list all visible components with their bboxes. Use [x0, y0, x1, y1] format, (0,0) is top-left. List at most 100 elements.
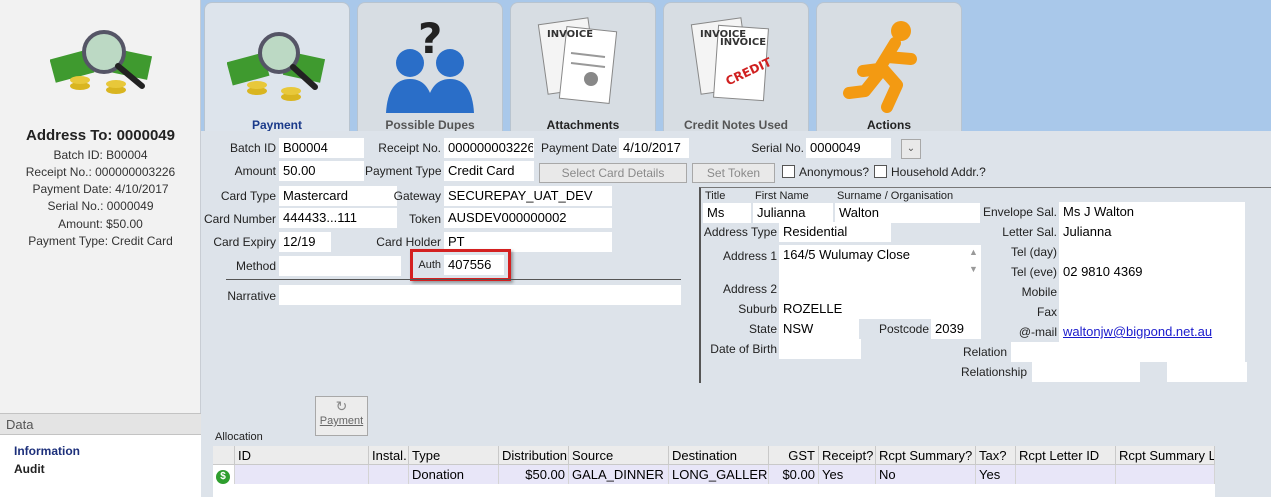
state-label: State — [748, 322, 777, 336]
relationship-field[interactable] — [1032, 362, 1140, 382]
email-label: @-mail — [1018, 325, 1057, 339]
cell-distribution: $50.00 — [499, 465, 569, 484]
suburb-field[interactable]: ROZELLE — [779, 299, 981, 319]
left-panel: Address To: 0000049 Batch ID: B00004 Rec… — [0, 0, 201, 497]
set-token-button[interactable]: Set Token — [692, 163, 775, 183]
tab-actions[interactable]: Actions — [816, 2, 962, 132]
payment-type-field[interactable]: Credit Card — [444, 161, 534, 181]
data-item-information[interactable]: Information — [14, 444, 80, 458]
envelope-sal-field[interactable]: Ms J Walton — [1059, 202, 1245, 222]
batch-id-label: Batch ID — [229, 141, 276, 155]
table-header[interactable]: Rcpt Summary L — [1116, 446, 1215, 465]
cell-destination: LONG_GALLER — [669, 465, 769, 484]
amount-summary: Amount: $50.00 — [58, 217, 143, 231]
tab-possible-dupes[interactable]: ? Possible Dupes — [357, 2, 503, 132]
address-2-field[interactable] — [779, 279, 981, 299]
batch-id-field[interactable]: B00004 — [279, 138, 364, 158]
tel-eve-field[interactable]: 02 9810 4369 — [1059, 262, 1245, 282]
data-list: Information Audit — [0, 435, 201, 497]
svg-text:?: ? — [418, 14, 442, 63]
surname-field[interactable]: Walton — [835, 203, 980, 223]
narrative-label: Narrative — [227, 289, 276, 303]
envelope-sal-label: Envelope Sal. — [982, 205, 1057, 219]
email-link[interactable]: waltonjw@bigpond.net.au — [1059, 322, 1245, 342]
card-expiry-field[interactable]: 12/19 — [279, 232, 331, 252]
household-checkbox[interactable] — [874, 165, 887, 178]
serial-lookup-button[interactable]: ⌄ — [901, 139, 921, 159]
anonymous-checkbox[interactable] — [782, 165, 795, 178]
suburb-label: Suburb — [738, 302, 777, 316]
address-type-field[interactable]: Residential — [779, 222, 891, 242]
anonymous-label: Anonymous? — [799, 165, 870, 179]
state-field[interactable]: NSW — [779, 319, 859, 339]
cell-type: Donation — [409, 465, 499, 484]
tab-credit-notes-used[interactable]: INVOICE INVOICE CREDIT Credit Notes Used — [663, 2, 809, 132]
payment-button[interactable]: ↻ Payment — [315, 396, 368, 436]
table-header[interactable]: Destination — [669, 446, 769, 465]
amount-field[interactable]: 50.00 — [279, 161, 364, 181]
cell-source: GALA_DINNER — [569, 465, 669, 484]
tab-label: Payment — [251, 118, 303, 132]
chevron-up-icon[interactable]: ▲ — [969, 247, 978, 257]
title-label: Title — [705, 190, 726, 202]
receipt-no-field[interactable]: 000000003226 — [444, 138, 534, 158]
table-header-marker — [213, 446, 235, 465]
token-field[interactable]: AUSDEV000000002 — [444, 208, 612, 228]
table-header[interactable]: GST — [769, 446, 819, 465]
table-header[interactable]: Rcpt Summary? — [876, 446, 976, 465]
relation-field[interactable] — [1011, 342, 1245, 362]
first-name-field[interactable]: Julianna — [753, 203, 833, 223]
receipt-no-summary: Receipt No.: 000000003226 — [25, 165, 176, 179]
allocation-label: Allocation — [215, 431, 263, 443]
table-header[interactable]: ID — [235, 446, 369, 465]
address-type-label: Address Type — [703, 225, 777, 239]
date-of-birth-field[interactable] — [779, 339, 861, 359]
select-card-details-button[interactable]: Select Card Details — [539, 163, 687, 183]
relationship-extra-field[interactable] — [1167, 362, 1247, 382]
address-1-label: Address 1 — [722, 249, 777, 263]
cell-rcpt-letter-id — [1016, 465, 1116, 484]
payment-type-label: Payment Type — [365, 164, 442, 178]
table-header[interactable]: Rcpt Letter ID — [1016, 446, 1116, 465]
table-header[interactable]: Receipt? — [819, 446, 876, 465]
table-header[interactable]: Distribution — [499, 446, 569, 465]
address-1-field[interactable]: 164/5 Wulumay Close — [779, 245, 981, 279]
table-header[interactable]: Instal. — [369, 446, 409, 465]
cell-gst: $0.00 — [769, 465, 819, 484]
method-field[interactable] — [279, 256, 401, 276]
auth-highlight-box — [410, 249, 511, 281]
cell-instal — [369, 465, 409, 484]
narrative-field[interactable] — [279, 285, 681, 305]
card-expiry-label: Card Expiry — [213, 235, 276, 249]
payment-money-magnifier-icon — [50, 30, 153, 94]
address-2-label: Address 2 — [722, 282, 777, 296]
tab-label: Actions — [866, 118, 911, 132]
tab-label: Attachments — [546, 118, 620, 132]
tab-payment[interactable]: Payment — [204, 2, 350, 132]
svg-text:INVOICE: INVOICE — [720, 37, 766, 48]
table-header[interactable]: Tax? — [976, 446, 1016, 465]
title-field[interactable]: Ms — [703, 203, 751, 223]
postcode-field[interactable]: 2039 — [931, 319, 981, 339]
serial-no-label: Serial No. — [751, 141, 804, 155]
mobile-field[interactable] — [1059, 282, 1245, 302]
data-section-header: Data — [0, 413, 201, 435]
gateway-label: Gateway — [393, 189, 441, 203]
tel-day-field[interactable] — [1059, 242, 1245, 262]
serial-no-field[interactable]: 0000049 — [806, 138, 891, 158]
payment-button-label: Payment — [319, 415, 364, 427]
invoice-pin-icon: INVOICE — [537, 17, 618, 104]
dollar-icon: $ — [213, 465, 235, 484]
chevron-down-icon[interactable]: ▼ — [969, 264, 978, 274]
cell-rcpt-summary-l — [1116, 465, 1215, 484]
tel-day-label: Tel (day) — [1010, 245, 1057, 259]
table-header[interactable]: Type — [409, 446, 499, 465]
fax-field[interactable] — [1059, 302, 1245, 322]
allocation-table: ID Instal. Type Distribution Source Dest… — [213, 446, 1215, 497]
payment-date-field[interactable]: 4/10/2017 — [619, 138, 689, 158]
data-item-audit[interactable]: Audit — [14, 462, 45, 476]
tab-attachments[interactable]: INVOICE Attachments — [510, 2, 656, 132]
letter-sal-field[interactable]: Julianna — [1059, 222, 1245, 242]
table-header[interactable]: Source — [569, 446, 669, 465]
gateway-field[interactable]: SECUREPAY_UAT_DEV — [444, 186, 612, 206]
